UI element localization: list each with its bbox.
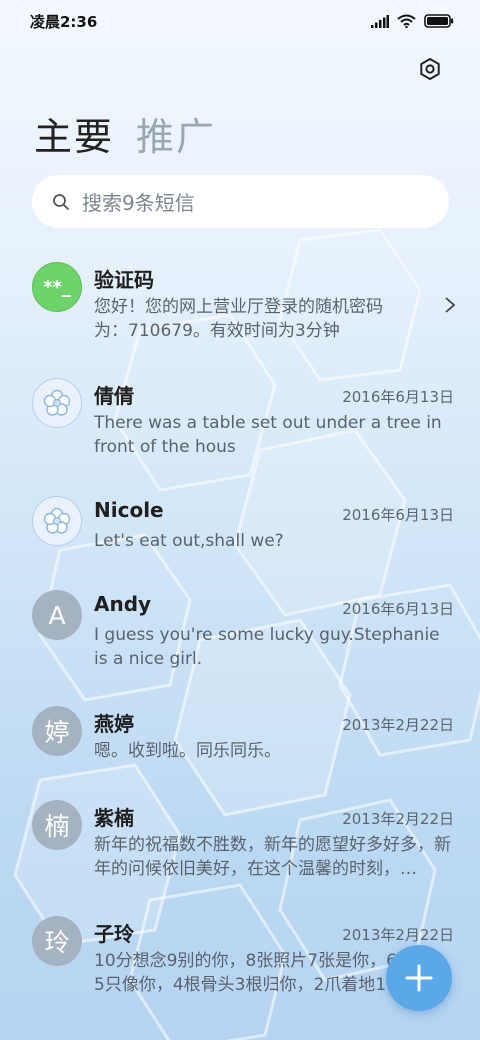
message-preview: There was a table set out under a tree i… [94,413,442,457]
avatar-letter: 婷 [44,718,70,747]
message-preview: 您好！您的网上营业厅登录的随机密码为：710679。有效时间为3分钟 [94,297,383,341]
conversation-item[interactable]: **_ 验证码 您好！您的网上营业厅登录的随机密码为：710679。有效时间为3… [0,250,480,360]
contact-name: 燕婷 [94,712,134,736]
avatar-letter: A [48,600,66,630]
message-date: 2016年6月13日 [342,600,454,618]
tab-bar: 主要 推广 [34,106,216,161]
avatar [32,496,82,546]
search-input[interactable]: 搜索9条短信 [32,175,449,228]
avatar-letter: 玲 [44,928,70,957]
wifi-icon [397,14,416,28]
battery-icon [424,14,454,28]
avatar-label: **_ [43,276,71,298]
tab-primary[interactable]: 主要 [34,106,114,161]
avatar: A [32,590,82,640]
plus-icon [405,964,433,992]
avatar: 玲 [32,916,82,966]
conversation-item[interactable]: 婷 燕婷 2013年2月22日 嗯。收到啦。同乐同乐。 [0,694,480,784]
contact-name: 紫楠 [94,806,134,830]
contact-name: Andy [94,592,152,616]
message-date: 2013年2月22日 [342,716,454,734]
contact-name: 子玲 [94,922,134,946]
signal-icon [371,14,389,28]
conversation-item[interactable]: Nicole 2016年6月13日 Let's eat out,shall we… [0,484,480,574]
conversation-item[interactable]: A Andy 2016年6月13日 I guess you're some lu… [0,578,480,688]
avatar-letter: 楠 [44,812,70,841]
gear-icon [420,58,440,80]
search-icon [53,193,69,210]
message-date: 2016年6月13日 [342,388,454,406]
status-bar: 凌晨2:36 [0,0,480,42]
flower-icon [43,507,71,534]
avatar: 婷 [32,706,82,756]
status-time: 凌晨2:36 [30,12,98,31]
message-date: 2013年2月22日 [342,926,454,944]
contact-name: 验证码 [94,268,154,292]
conversation-item[interactable]: 倩倩 2016年6月13日 There was a table set out … [0,366,480,476]
message-preview: 新年的祝福数不胜数，新年的愿望好多好多，新年的问候依旧美好，在这个温馨的时刻，… [94,835,451,879]
contact-name: 倩倩 [94,384,134,408]
message-preview: I guess you're some lucky guy.Stephanie … [94,625,440,669]
message-date: 2016年6月13日 [342,506,454,524]
message-preview: 嗯。收到啦。同乐同乐。 [94,741,281,761]
avatar: **_ [32,262,82,312]
new-message-button[interactable] [386,945,452,1011]
conversation-item[interactable]: 楠 紫楠 2013年2月22日 新年的祝福数不胜数，新年的愿望好多好多，新年的问… [0,788,480,898]
avatar: 楠 [32,800,82,850]
message-date: 2013年2月22日 [342,810,454,828]
message-preview: Let's eat out,shall we? [94,531,284,551]
chevron-right-icon[interactable] [443,296,457,314]
settings-button[interactable] [414,53,446,85]
avatar [32,378,82,428]
status-icons [371,14,454,28]
flower-icon [43,389,71,416]
search-placeholder: 搜索9条短信 [82,191,195,215]
contact-name: Nicole [94,498,164,522]
tab-promotions[interactable]: 推广 [136,106,216,161]
